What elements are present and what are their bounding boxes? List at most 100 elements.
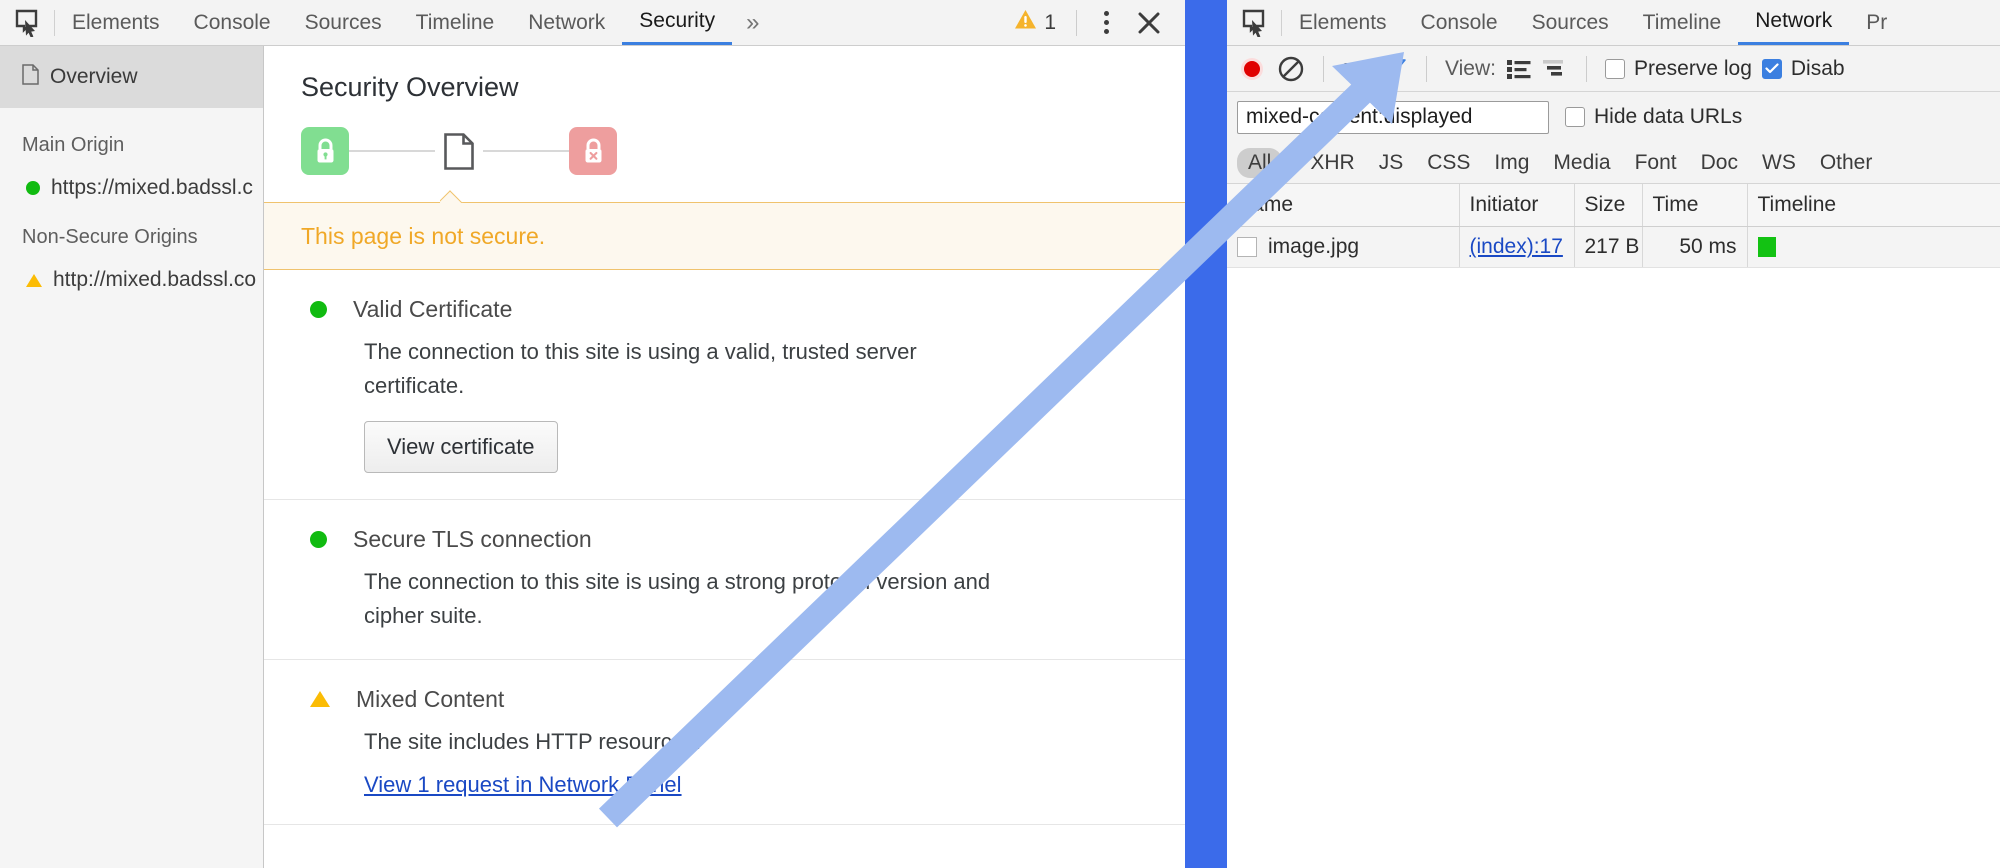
security-item-header: Secure TLS connection bbox=[301, 526, 1185, 553]
status-dot-secure-icon bbox=[26, 181, 40, 195]
row-thumbnail-placeholder bbox=[1237, 237, 1257, 257]
warning-triangle-icon bbox=[1014, 9, 1037, 36]
request-name-label: image.jpg bbox=[1268, 235, 1360, 258]
type-filter-other[interactable]: Other bbox=[1809, 148, 1884, 178]
checkbox-box bbox=[1761, 58, 1782, 79]
hide-data-urls-label: Hide data URLs bbox=[1594, 105, 1743, 128]
page-title: Security Overview bbox=[301, 72, 519, 102]
cell-timeline bbox=[1747, 226, 2000, 268]
status-banner: This page is not secure. bbox=[264, 202, 1185, 270]
type-filter-font[interactable]: Font bbox=[1624, 148, 1688, 178]
table-header-row: Name Initiator Size Time Timeline bbox=[1227, 184, 2000, 227]
filter-funnel-icon[interactable] bbox=[1382, 56, 1408, 82]
inspect-cursor-icon[interactable] bbox=[0, 0, 54, 45]
camera-icon[interactable] bbox=[1342, 58, 1372, 80]
banner-pointer bbox=[440, 190, 464, 203]
sidebar-item-non-secure-origin[interactable]: http://mixed.badssl.co bbox=[0, 249, 263, 292]
security-sidebar: Overview Main Origin https://mixed.badss… bbox=[0, 46, 264, 868]
security-item-title: Valid Certificate bbox=[353, 296, 513, 322]
sidebar-item-overview-label: Overview bbox=[50, 65, 138, 88]
disable-cache-checkbox[interactable]: Disab bbox=[1761, 57, 1845, 81]
view-requests-link[interactable]: View 1 request in Network Panel bbox=[364, 772, 682, 798]
tab-console[interactable]: Console bbox=[177, 0, 288, 45]
network-filter-bar: mixed-content:displayed Hide data URLs bbox=[1227, 92, 2000, 142]
initiator-link[interactable]: (index):17 bbox=[1470, 235, 1563, 258]
warning-count-badge[interactable]: 1 bbox=[1002, 9, 1068, 36]
status-dot-ok-icon bbox=[310, 301, 327, 318]
sidebar-item-overview[interactable]: Overview bbox=[0, 46, 263, 108]
security-item-title: Mixed Content bbox=[356, 685, 505, 712]
type-filter-all[interactable]: All bbox=[1237, 147, 1283, 178]
security-item-tls-connection: Secure TLS connection The connection to … bbox=[264, 500, 1185, 660]
column-header-initiator[interactable]: Initiator bbox=[1459, 184, 1575, 227]
network-empty-area bbox=[1227, 268, 2000, 828]
list-view-icon[interactable] bbox=[1506, 58, 1532, 80]
column-header-name[interactable]: Name bbox=[1227, 184, 1460, 227]
cell-time: 50 ms bbox=[1642, 226, 1748, 268]
type-filter-divider bbox=[1290, 151, 1292, 174]
lock-closed-icon bbox=[301, 127, 349, 175]
more-options-icon[interactable] bbox=[1085, 2, 1127, 44]
type-filter-xhr[interactable]: XHR bbox=[1299, 148, 1365, 178]
tab-elements[interactable]: Elements bbox=[55, 0, 177, 45]
security-item-header: Valid Certificate bbox=[301, 296, 1185, 323]
tab-timeline[interactable]: Timeline bbox=[1626, 0, 1739, 45]
tab-sources[interactable]: Sources bbox=[1515, 0, 1626, 45]
close-icon[interactable] bbox=[1127, 2, 1171, 44]
more-tabs-icon[interactable]: » bbox=[732, 0, 773, 45]
security-body: Overview Main Origin https://mixed.badss… bbox=[0, 46, 1185, 868]
tab-security[interactable]: Security bbox=[622, 0, 733, 45]
sidebar-item-non-secure-origin-label: http://mixed.badssl.co bbox=[53, 268, 257, 291]
not-secure-banner-wrap: This page is not secure. bbox=[264, 202, 1185, 270]
connector-line-left bbox=[349, 150, 435, 152]
preserve-log-checkbox[interactable]: Preserve log bbox=[1604, 56, 1752, 81]
security-overview-main: Security Overview This page is not secur… bbox=[264, 46, 1185, 868]
type-filter-css[interactable]: CSS bbox=[1416, 148, 1481, 178]
toolbar-divider bbox=[1076, 9, 1077, 36]
column-header-timeline[interactable]: Timeline bbox=[1747, 184, 2000, 227]
tab-elements[interactable]: Elements bbox=[1282, 0, 1404, 45]
tab-console[interactable]: Console bbox=[1404, 0, 1515, 45]
tab-network[interactable]: Network bbox=[511, 0, 622, 45]
record-button-icon[interactable] bbox=[1237, 54, 1267, 84]
column-header-size[interactable]: Size bbox=[1574, 184, 1643, 227]
type-filter-img[interactable]: Img bbox=[1483, 148, 1540, 178]
network-devtools-panel: Elements Console Sources Timeline Networ… bbox=[1227, 0, 2000, 868]
waterfall-view-icon[interactable] bbox=[1542, 58, 1568, 80]
type-filter-ws[interactable]: WS bbox=[1751, 148, 1807, 178]
view-certificate-button[interactable]: View certificate bbox=[364, 421, 558, 474]
clear-icon[interactable] bbox=[1277, 55, 1305, 83]
security-tabbar: Elements Console Sources Timeline Networ… bbox=[0, 0, 1185, 46]
screenshot-root: Elements Console Sources Timeline Networ… bbox=[0, 0, 2000, 868]
tab-timeline[interactable]: Timeline bbox=[399, 0, 512, 45]
preserve-log-label: Preserve log bbox=[1633, 56, 1752, 80]
panel-divider bbox=[1185, 0, 1227, 868]
table-row[interactable]: image.jpg (index):17 217 B 50 ms bbox=[1227, 226, 2000, 268]
cell-name: image.jpg bbox=[1227, 226, 1460, 268]
sidebar-group-main-origin: Main Origin bbox=[22, 134, 125, 156]
inspect-cursor-icon[interactable] bbox=[1227, 0, 1281, 45]
tab-profiles[interactable]: Pr bbox=[1849, 0, 1904, 45]
security-item-body: The site includes HTTP resources. bbox=[364, 728, 702, 754]
column-header-time[interactable]: Time bbox=[1642, 184, 1748, 227]
status-triangle-warning-icon bbox=[26, 273, 42, 287]
type-filter-media[interactable]: Media bbox=[1542, 148, 1621, 178]
cell-size: 217 B bbox=[1574, 226, 1643, 268]
page-icon bbox=[435, 132, 483, 170]
status-banner-label: This page is not secure. bbox=[301, 222, 546, 249]
sidebar-item-main-origin-label: https://mixed.badssl.c bbox=[51, 176, 253, 199]
filter-input[interactable]: mixed-content:displayed bbox=[1237, 100, 1549, 134]
sidebar-group-non-secure: Non-Secure Origins bbox=[22, 226, 198, 248]
hide-data-urls-checkbox[interactable]: Hide data URLs bbox=[1565, 105, 1742, 129]
network-tabbar: Elements Console Sources Timeline Networ… bbox=[1227, 0, 2000, 46]
security-item-valid-certificate: Valid Certificate The connection to this… bbox=[264, 270, 1185, 501]
type-filter-js[interactable]: JS bbox=[1368, 148, 1415, 178]
timeline-bar bbox=[1757, 237, 1776, 258]
tabbar-right-controls: 1 bbox=[1002, 0, 1185, 45]
sidebar-item-main-origin[interactable]: https://mixed.badssl.c bbox=[0, 157, 263, 200]
checkbox-box bbox=[1604, 58, 1625, 79]
tab-sources[interactable]: Sources bbox=[288, 0, 399, 45]
type-filter-doc[interactable]: Doc bbox=[1690, 148, 1749, 178]
tab-network[interactable]: Network bbox=[1738, 0, 1850, 45]
connector-line-right bbox=[483, 150, 569, 152]
